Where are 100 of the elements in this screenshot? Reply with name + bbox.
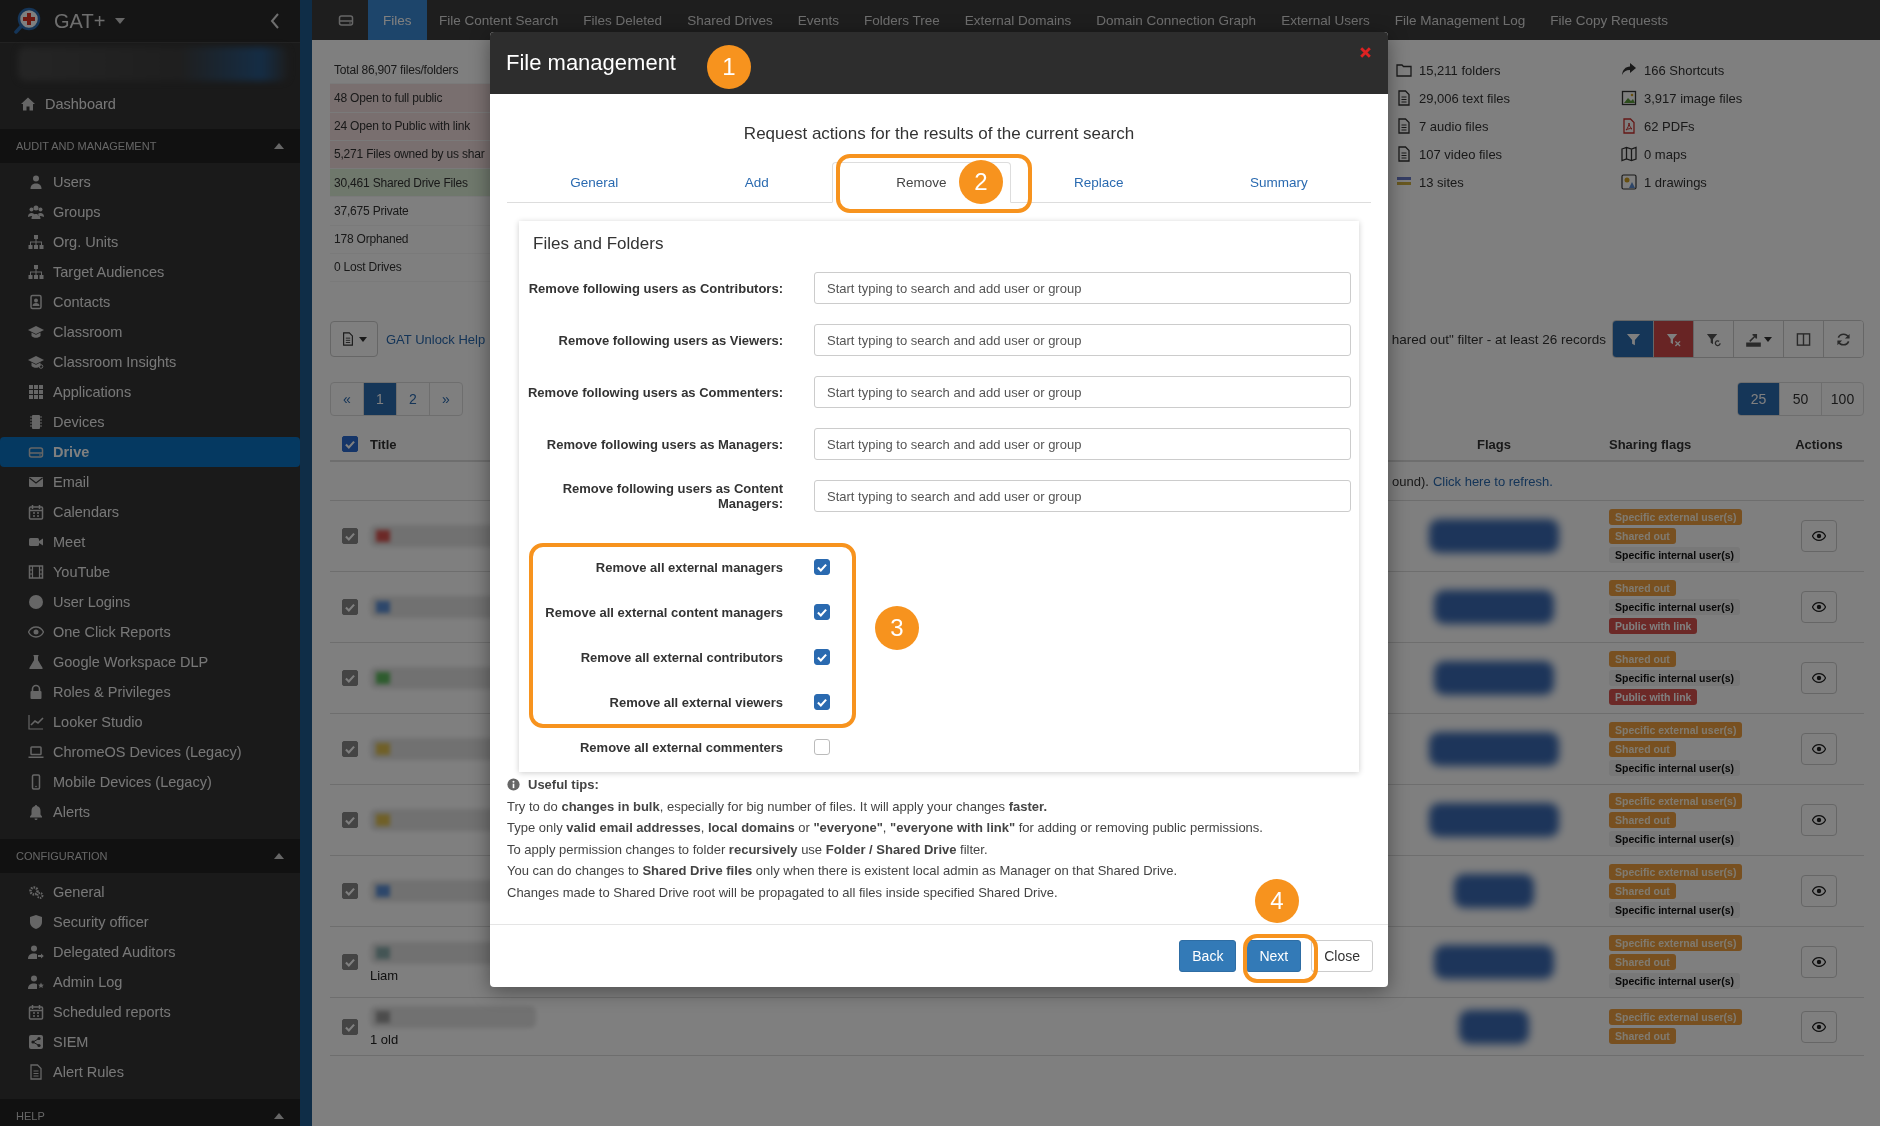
section-header[interactable]: HELP [0, 1099, 300, 1126]
user-search-field[interactable]: Start typing to search and add user or group [814, 480, 1351, 512]
close-icon[interactable] [1359, 46, 1372, 59]
stat-text[interactable]: 0 maps [1644, 146, 1687, 162]
dialog-button[interactable]: Next [1246, 939, 1302, 972]
help-link[interactable]: GAT Unlock Help [386, 331, 486, 347]
stat-text[interactable]: 7 audio files [1419, 118, 1489, 134]
stat-text[interactable]: 15,211 folders [1419, 62, 1501, 78]
sidebar-item[interactable]: Classroom [0, 317, 300, 347]
sidebar-item[interactable]: Dashboard [0, 89, 300, 119]
tab[interactable]: Summary [1186, 162, 1371, 203]
stat-text[interactable]: 1 drawings [1644, 174, 1707, 190]
view-button[interactable] [1801, 1010, 1837, 1043]
sidebar-item[interactable]: Google Workspace DLP [0, 647, 300, 677]
user-search-field[interactable]: Start typing to search and add user or group [814, 324, 1351, 356]
checkbox[interactable] [814, 739, 830, 755]
user-search-field[interactable]: Start typing to search and add user or group [814, 428, 1351, 460]
view-button[interactable] [1801, 591, 1837, 623]
nav-tab[interactable]: File Copy Requests [1537, 0, 1681, 40]
sidebar-item[interactable]: Alerts [0, 797, 300, 827]
sidebar-item[interactable]: Alert Rules [0, 1057, 300, 1087]
view-button[interactable] [1801, 804, 1837, 836]
sidebar-item[interactable]: YouTube [0, 557, 300, 587]
clear-filter-button[interactable] [1653, 321, 1693, 357]
sidebar-item[interactable]: Contacts [0, 287, 300, 317]
page-size-option[interactable]: 25 [1738, 383, 1779, 415]
sidebar-item[interactable]: Email [0, 467, 300, 497]
view-button[interactable] [1801, 875, 1837, 907]
dialog-button[interactable]: Close [1311, 939, 1373, 972]
row-checkbox[interactable] [342, 954, 358, 970]
tab[interactable]: General [507, 162, 682, 203]
caret-icon[interactable] [274, 143, 284, 149]
app-name[interactable]: GAT+ [54, 9, 106, 33]
column-header[interactable]: Title [370, 436, 397, 452]
page-link[interactable]: « [331, 383, 363, 415]
row-checkbox[interactable] [342, 528, 358, 544]
view-button[interactable] [1801, 662, 1837, 694]
page-link[interactable]: » [429, 383, 462, 415]
sidebar-item[interactable]: User Logins [0, 587, 300, 617]
sidebar-item[interactable]: General [0, 877, 300, 907]
row-checkbox[interactable] [342, 599, 358, 615]
tab[interactable]: Replace [1010, 162, 1187, 203]
document-dropdown-button[interactable] [330, 321, 378, 357]
refresh-link[interactable]: Click here to refresh. [1432, 473, 1553, 489]
section-header[interactable]: AUDIT AND MANAGEMENT [0, 129, 300, 163]
view-button[interactable] [1801, 946, 1837, 978]
sidebar-item[interactable]: Scheduled reports [0, 997, 300, 1027]
row-checkbox[interactable] [342, 812, 358, 828]
collapse-icon[interactable] [270, 13, 280, 29]
caret-icon[interactable] [274, 853, 284, 859]
user-search-field[interactable]: Start typing to search and add user or group [814, 376, 1351, 408]
checkbox[interactable] [814, 649, 830, 665]
sidebar-item[interactable]: Org. Units [0, 227, 300, 257]
stat-text[interactable]: 13 sites [1419, 174, 1464, 190]
view-button[interactable] [1801, 520, 1837, 552]
sidebar-item[interactable]: Devices [0, 407, 300, 437]
sidebar-item[interactable]: Target Audiences [0, 257, 300, 287]
sidebar-item[interactable]: Drive [0, 437, 300, 467]
page-link[interactable]: 1 [363, 383, 396, 415]
caret-icon[interactable] [274, 1113, 284, 1119]
select-all-checkbox[interactable] [342, 436, 358, 452]
sidebar-item[interactable]: Roles & Privileges [0, 677, 300, 707]
sidebar-item[interactable]: Meet [0, 527, 300, 557]
sidebar-item[interactable]: Applications [0, 377, 300, 407]
sidebar-item[interactable]: Classroom Insights [0, 347, 300, 377]
stat-text[interactable]: 29,006 text files [1419, 90, 1511, 106]
page-link[interactable]: 2 [396, 383, 429, 415]
sidebar-item[interactable]: Users [0, 167, 300, 197]
checkbox[interactable] [814, 559, 830, 575]
sidebar-item[interactable]: Admin Log [0, 967, 300, 997]
row-checkbox[interactable] [342, 1018, 358, 1035]
dialog-button[interactable]: Back [1179, 939, 1237, 972]
row-checkbox[interactable] [342, 883, 358, 899]
sidebar-item[interactable]: Mobile Devices (Legacy) [0, 767, 300, 797]
column-header[interactable]: Actions [1795, 436, 1843, 452]
caret-icon[interactable] [115, 18, 126, 24]
row-checkbox[interactable] [342, 670, 358, 686]
stat-text[interactable]: 107 video files [1419, 146, 1503, 162]
section-header[interactable]: CONFIGURATION [0, 839, 300, 873]
sidebar-item[interactable]: Calendars [0, 497, 300, 527]
nav-tab[interactable]: Files [368, 0, 427, 40]
sidebar-item[interactable]: One Click Reports [0, 617, 300, 647]
tab[interactable]: Add [681, 162, 832, 203]
user-search-field[interactable]: Start typing to search and add user or group [814, 272, 1351, 304]
sidebar-item[interactable]: Security officer [0, 907, 300, 937]
page-size-option[interactable]: 100 [1821, 383, 1863, 415]
stat-text[interactable]: 62 PDFs [1644, 118, 1695, 134]
checkbox[interactable] [814, 694, 830, 710]
sidebar-item[interactable]: SIEM [0, 1027, 300, 1057]
sidebar-item[interactable]: Delegated Auditors [0, 937, 300, 967]
sidebar-item[interactable]: ChromeOS Devices (Legacy) [0, 737, 300, 767]
column-header[interactable]: Sharing flags [1609, 436, 1692, 452]
row-checkbox[interactable] [342, 741, 358, 757]
sidebar-item[interactable]: Groups [0, 197, 300, 227]
column-header[interactable]: Flags [1477, 436, 1511, 452]
checkbox[interactable] [814, 604, 830, 620]
refresh-button[interactable] [1823, 321, 1863, 357]
stat-text[interactable]: 166 Shortcuts [1644, 62, 1725, 78]
page-size-option[interactable]: 50 [1779, 383, 1821, 415]
view-button[interactable] [1801, 733, 1837, 765]
